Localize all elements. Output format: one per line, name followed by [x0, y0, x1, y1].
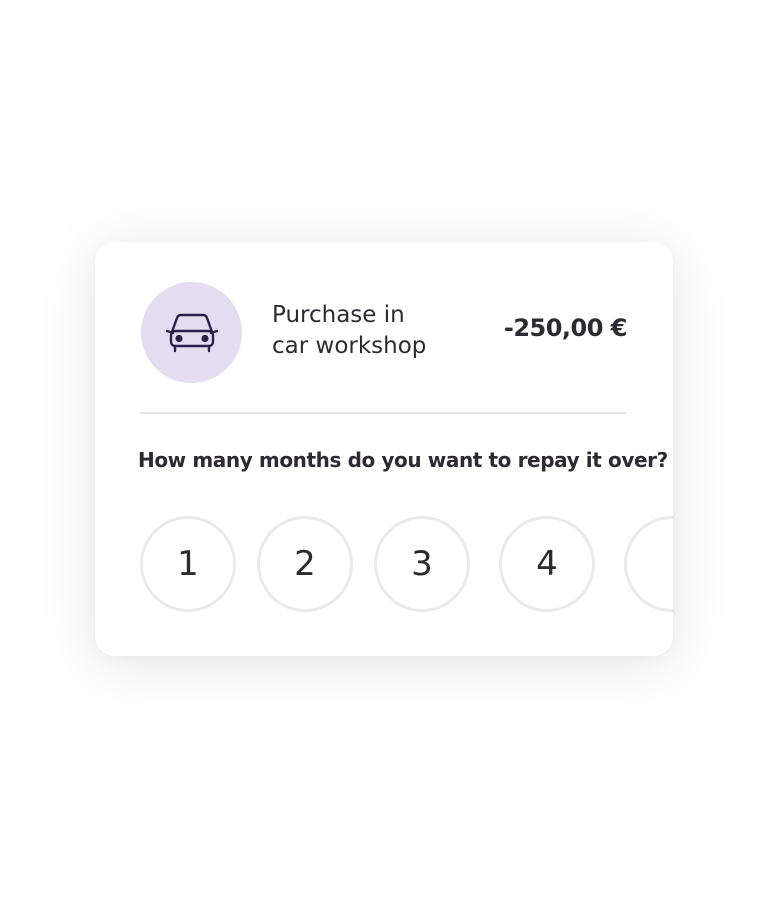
month-option-5-partial[interactable] [624, 516, 673, 612]
month-option-1[interactable]: 1 [140, 516, 236, 612]
transaction-amount: -250,00 € [503, 314, 628, 342]
category-icon-badge [141, 282, 242, 383]
transaction-title: Purchase in car workshop [272, 302, 427, 359]
divider [140, 412, 626, 414]
transaction-card: Purchase in car workshop -250,00 € How m… [95, 242, 673, 656]
car-icon [165, 313, 218, 352]
month-option-3[interactable]: 3 [374, 516, 470, 612]
month-option-4[interactable]: 4 [499, 516, 595, 612]
month-option-2[interactable]: 2 [257, 516, 353, 612]
repayment-question: How many months do you want to repay it … [138, 448, 668, 472]
